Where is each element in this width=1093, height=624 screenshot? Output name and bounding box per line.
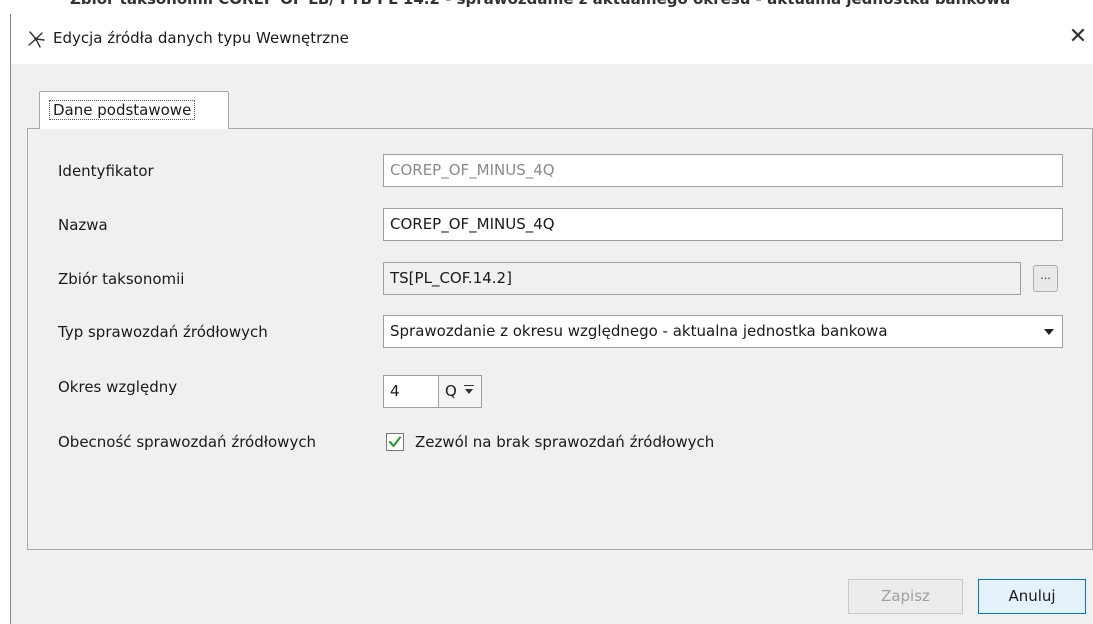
- chevron-down-icon: [464, 385, 474, 394]
- source-report-type-select[interactable]: Sprawozdanie z okresu względnego - aktua…: [383, 315, 1063, 348]
- allow-missing-reports-checkbox[interactable]: [386, 433, 404, 451]
- taxonomy-browse-button[interactable]: ...: [1033, 265, 1058, 292]
- period-unit-select[interactable]: Q: [438, 375, 482, 408]
- close-icon: ✕: [1068, 24, 1088, 49]
- chevron-down-icon: [1044, 329, 1054, 335]
- cancel-button[interactable]: Anuluj: [978, 579, 1086, 614]
- relative-period-input[interactable]: 4: [383, 375, 439, 408]
- source-report-type-value: Sprawozdanie z okresu względnego - aktua…: [390, 322, 888, 340]
- dialog-body: Dane podstawowe Identyfikator COREP_OF_M…: [11, 64, 1093, 624]
- background-window-strip: Zbiór taksonomii COREP OF LB/ FTB PL 14.…: [0, 0, 1093, 14]
- identifier-label: Identyfikator: [58, 162, 154, 180]
- dialog-titlebar[interactable]: Edycja źródła danych typu Wewnętrzne ✕: [11, 14, 1093, 64]
- name-field[interactable]: COREP_OF_MINUS_4Q: [383, 208, 1063, 241]
- check-icon: [388, 436, 402, 448]
- save-button[interactable]: Zapisz: [848, 579, 963, 614]
- identifier-field[interactable]: COREP_OF_MINUS_4Q: [383, 154, 1063, 187]
- tab-label: Dane podstawowe: [49, 100, 196, 120]
- close-button[interactable]: ✕: [1066, 26, 1090, 50]
- source-presence-label: Obecność sprawozdań źródłowych: [58, 433, 317, 451]
- taxonomy-set-label: Zbiór taksonomii: [58, 270, 185, 288]
- tab-dane-podstawowe[interactable]: Dane podstawowe: [39, 91, 229, 129]
- name-label: Nazwa: [58, 216, 108, 234]
- tab-panel-basic-data: Identyfikator COREP_OF_MINUS_4Q Nazwa CO…: [27, 128, 1093, 550]
- background-window-text: Zbiór taksonomii COREP OF LB/ FTB PL 14.…: [70, 0, 1010, 8]
- source-report-type-label: Typ sprawozdań źródłowych: [58, 323, 268, 341]
- relative-period-label: Okres względny: [58, 378, 178, 396]
- edit-data-source-dialog: Edycja źródła danych typu Wewnętrzne ✕ D…: [10, 14, 1093, 624]
- period-unit-value: Q: [445, 382, 457, 400]
- node-graph-icon: [28, 31, 45, 48]
- taxonomy-set-field: TS[PL_COF.14.2]: [383, 262, 1021, 295]
- allow-missing-reports-label[interactable]: Zezwól na brak sprawozdań źródłowych: [415, 433, 714, 451]
- dialog-title: Edycja źródła danych typu Wewnętrzne: [53, 29, 349, 47]
